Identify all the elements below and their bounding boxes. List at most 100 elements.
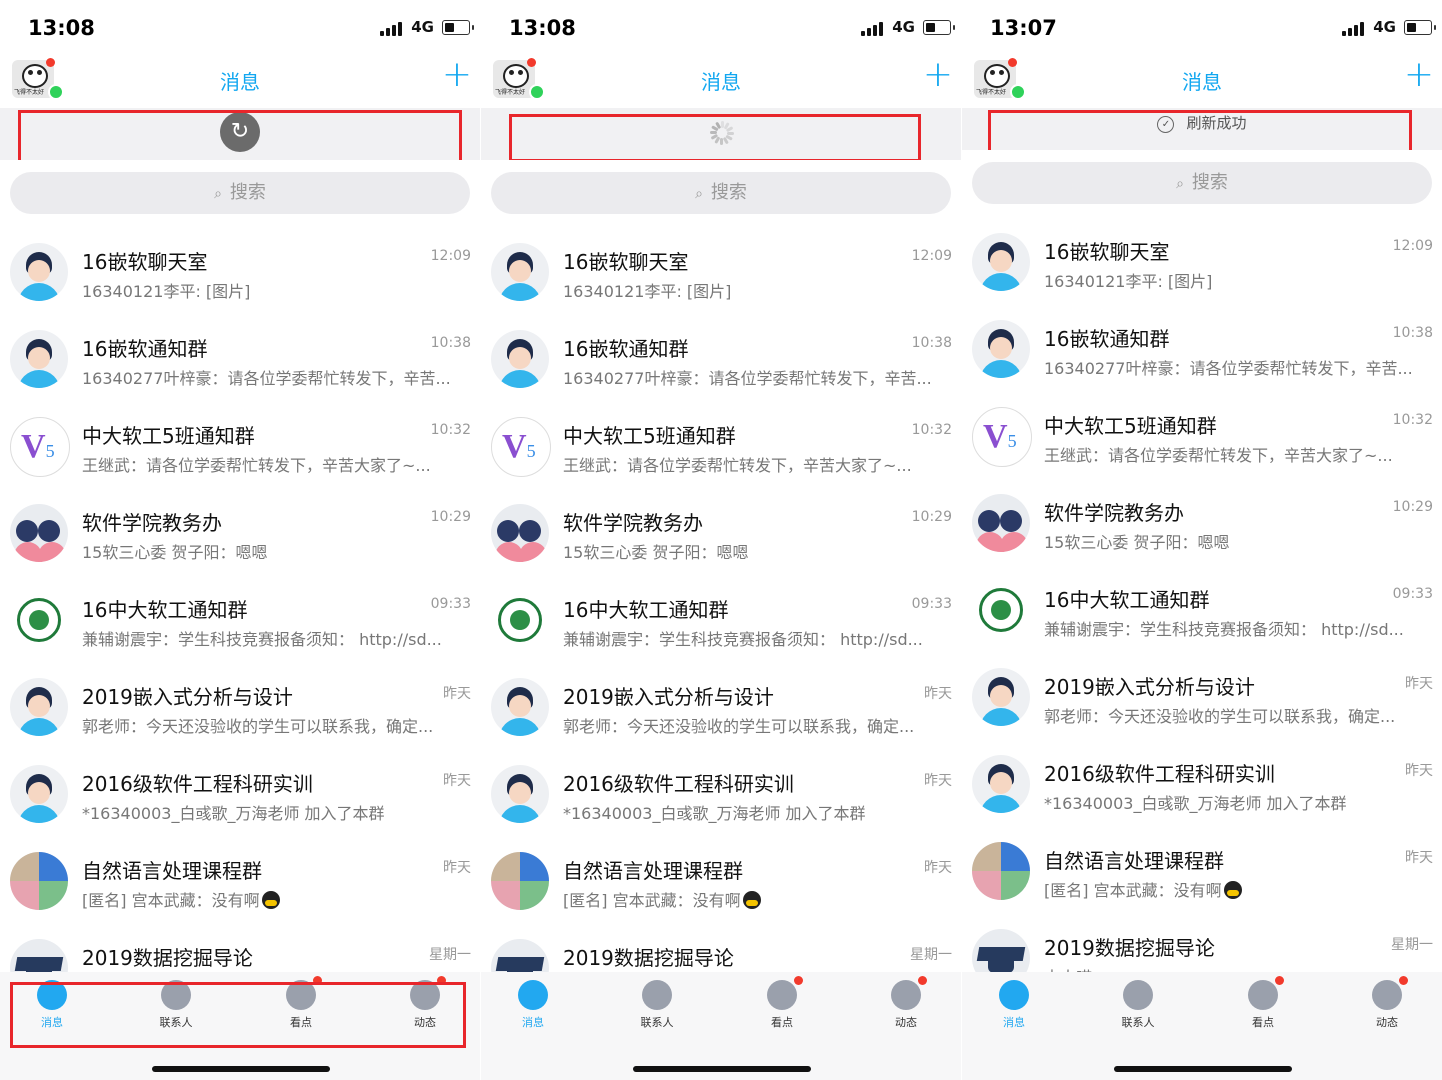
status-bar: 13:08 4G — [481, 0, 961, 58]
conversation-time: 昨天 — [924, 773, 952, 789]
tab-moments[interactable]: 动态 — [1352, 976, 1422, 1030]
penguin-emoji-icon — [1223, 881, 1242, 899]
conversation-row[interactable]: 16嵌软聊天室 16340121李平: [图片] 12:09 — [0, 230, 480, 317]
tab-contacts[interactable]: 联系人 — [1103, 980, 1173, 1030]
conversation-row[interactable]: 自然语言处理课程群 [匿名] 宫本武藏：没有啊 昨天 — [0, 839, 480, 926]
conversation-preview-text: 兼辅谢震宇：学生科技竞赛报备须知： http://sd... — [82, 630, 442, 649]
conversation-preview-text: 15软三心委 贺子阳：嗯嗯 — [563, 543, 749, 562]
conversation-name: 2019数据挖掘导论 — [1044, 936, 1215, 960]
conversation-time: 星期一 — [910, 947, 952, 963]
conversation-row[interactable]: 2019数据挖掘导论中大喵：星期一 — [481, 926, 961, 972]
conversation-row[interactable]: 2016级软件工程科研实训 *16340003_白彧歌_万海老师 加入了本群 昨天 — [481, 752, 961, 839]
conversation-time: 昨天 — [443, 860, 471, 876]
screenshot-collage: 13:08 4G 飞得不太好 消息 + ↻ ⌕ 搜索 16嵌软聊天室 1634012… — [0, 0, 1442, 1080]
conversation-name: 2019嵌入式分析与设计 — [563, 685, 774, 709]
conversation-row[interactable]: 16嵌软通知群 16340277叶梓豪：请各位学委帮忙转发下，辛苦... 10:38 — [0, 317, 480, 404]
conversation-avatar — [10, 504, 68, 562]
conversation-avatar — [10, 678, 68, 736]
conversation-row[interactable]: V5 中大软工5班通知群 王继武：请各位学委帮忙转发下，辛苦大家了~... 10:32 — [481, 404, 961, 491]
conversation-preview: 郭老师：今天还没验收的学生可以联系我，确定... — [1044, 703, 1434, 727]
home-indicator — [1114, 1066, 1292, 1072]
conversation-avatar — [491, 852, 549, 910]
conversation-preview: 王继武：请各位学委帮忙转发下，辛苦大家了~... — [1044, 442, 1434, 466]
search-input[interactable]: ⌕ 搜索 — [972, 162, 1432, 204]
signal-icon — [1342, 22, 1364, 36]
conversation-preview: 15软三心委 贺子阳：嗯嗯 — [82, 539, 472, 563]
conversation-preview-text: 15软三心委 贺子阳：嗯嗯 — [1044, 533, 1230, 552]
header: 飞得不太好 消息 + — [481, 54, 961, 108]
conversation-row[interactable]: 16嵌软聊天室 16340121李平: [图片] 12:09 — [481, 230, 961, 317]
conversation-time: 星期一 — [429, 947, 471, 963]
battery-icon — [923, 20, 955, 35]
conversation-row[interactable]: 16嵌软聊天室 16340121李平: [图片] 12:09 — [962, 220, 1442, 307]
tab-messages[interactable]: 消息 — [498, 980, 568, 1030]
conversation-name: 16嵌软聊天室 — [82, 250, 208, 274]
tab-watch[interactable]: 看点 — [747, 976, 817, 1030]
conversation-row[interactable]: V5 中大软工5班通知群 王继武：请各位学委帮忙转发下，辛苦大家了~... 10:32 — [0, 404, 480, 491]
search-icon: ⌕ — [1176, 176, 1184, 192]
conversation-name: 16嵌软通知群 — [1044, 327, 1170, 351]
conversation-name: 中大软工5班通知群 — [563, 424, 736, 448]
conversation-row[interactable]: 自然语言处理课程群 [匿名] 宫本武藏：没有啊 昨天 — [962, 829, 1442, 916]
conversation-avatar — [10, 591, 68, 649]
conversation-row[interactable]: 2016级软件工程科研实训 *16340003_白彧歌_万海老师 加入了本群 昨天 — [0, 752, 480, 839]
conversation-preview-text: [匿名] 宫本武藏：没有啊 — [82, 891, 260, 910]
conversation-row[interactable]: 2016级软件工程科研实训 *16340003_白彧歌_万海老师 加入了本群 昨天 — [962, 742, 1442, 829]
highlight-box-refresh — [988, 110, 1412, 154]
conversation-time: 10:32 — [911, 422, 952, 438]
conversation-row[interactable]: 2019嵌入式分析与设计 郭老师：今天还没验收的学生可以联系我，确定... 昨天 — [481, 665, 961, 752]
conversation-row[interactable]: 2019嵌入式分析与设计 郭老师：今天还没验收的学生可以联系我，确定... 昨天 — [962, 655, 1442, 742]
conversation-preview: 兼辅谢震宇：学生科技竞赛报备须知： http://sd... — [1044, 616, 1434, 640]
network-type: 4G — [411, 18, 434, 36]
tab-watch[interactable]: 看点 — [1228, 976, 1298, 1030]
conversation-row[interactable]: 软件学院教务办 15软三心委 贺子阳：嗯嗯 10:29 — [962, 481, 1442, 568]
conversation-row[interactable]: 2019嵌入式分析与设计 郭老师：今天还没验收的学生可以联系我，确定... 昨天 — [0, 665, 480, 752]
conversation-avatar — [10, 330, 68, 388]
search-input[interactable]: ⌕ 搜索 — [10, 172, 470, 214]
conversation-avatar — [10, 243, 68, 301]
conversation-preview: 16340277叶梓豪：请各位学委帮忙转发下，辛苦... — [563, 365, 953, 389]
status-bar: 13:07 4G — [962, 0, 1442, 58]
conversation-avatar — [10, 852, 68, 910]
conversation-row[interactable]: 软件学院教务办 15软三心委 贺子阳：嗯嗯 10:29 — [481, 491, 961, 578]
conversation-row[interactable]: 16中大软工通知群 兼辅谢震宇：学生科技竞赛报备须知： http://sd... 0… — [481, 578, 961, 665]
conversation-time: 10:38 — [911, 335, 952, 351]
conversation-name: 16嵌软聊天室 — [1044, 240, 1170, 264]
tab-messages[interactable]: 消息 — [979, 980, 1049, 1030]
conversation-avatar: V5 — [972, 407, 1032, 467]
page-title: 消息 — [220, 70, 260, 94]
conversation-name: 自然语言处理课程群 — [82, 859, 262, 883]
conversation-row[interactable]: 16嵌软通知群 16340277叶梓豪：请各位学委帮忙转发下，辛苦... 10:38 — [481, 317, 961, 404]
network-type: 4G — [1373, 18, 1396, 36]
conversation-row[interactable]: 软件学院教务办 15软三心委 贺子阳：嗯嗯 10:29 — [0, 491, 480, 578]
signal-icon — [861, 22, 883, 36]
plus-icon[interactable]: + — [923, 54, 953, 95]
conversation-preview: 中大喵： — [1044, 964, 1434, 972]
phone-screen-3: 13:07 4G 飞得不太好 消息 + ✓ 刷新成功 ⌕ 搜索 16嵌软聊天室 163… — [962, 0, 1442, 1080]
conversation-avatar — [972, 929, 1030, 972]
tab-moments[interactable]: 动态 — [871, 976, 941, 1030]
plus-icon[interactable]: + — [442, 54, 472, 95]
header: 飞得不太好 消息 + — [0, 54, 480, 108]
conversation-avatar — [972, 668, 1030, 726]
conversation-preview: 16340121李平: [图片] — [563, 278, 953, 302]
conversation-avatar — [972, 842, 1030, 900]
conversation-row[interactable]: V5 中大软工5班通知群 王继武：请各位学委帮忙转发下，辛苦大家了~... 10:32 — [962, 394, 1442, 481]
search-input[interactable]: ⌕ 搜索 — [491, 172, 951, 214]
conversation-row[interactable]: 16嵌软通知群 16340277叶梓豪：请各位学委帮忙转发下，辛苦... 10:38 — [962, 307, 1442, 394]
conversation-preview: 兼辅谢震宇：学生科技竞赛报备须知： http://sd... — [563, 626, 953, 650]
plus-icon[interactable]: + — [1404, 54, 1434, 95]
conversation-preview-text: 兼辅谢震宇：学生科技竞赛报备须知： http://sd... — [1044, 620, 1404, 639]
conversation-preview: *16340003_白彧歌_万海老师 加入了本群 — [82, 800, 472, 824]
conversation-name: 16中大软工通知群 — [1044, 588, 1210, 612]
conversation-row[interactable]: 2019数据挖掘导论中大喵：星期一 — [0, 926, 480, 972]
conversation-preview: 16340277叶梓豪：请各位学委帮忙转发下，辛苦... — [1044, 355, 1434, 379]
conversation-row[interactable]: 16中大软工通知群 兼辅谢震宇：学生科技竞赛报备须知： http://sd... 0… — [0, 578, 480, 665]
tab-contacts[interactable]: 联系人 — [622, 980, 692, 1030]
conversation-row[interactable]: 自然语言处理课程群 [匿名] 宫本武藏：没有啊 昨天 — [481, 839, 961, 926]
conversation-name: 软件学院教务办 — [1044, 501, 1184, 525]
conversation-row[interactable]: 2019数据挖掘导论中大喵：星期一 — [962, 916, 1442, 972]
highlight-box-tabbar — [10, 982, 466, 1048]
conversation-preview-text: *16340003_白彧歌_万海老师 加入了本群 — [82, 804, 385, 823]
conversation-row[interactable]: 16中大软工通知群 兼辅谢震宇：学生科技竞赛报备须知： http://sd... 0… — [962, 568, 1442, 655]
